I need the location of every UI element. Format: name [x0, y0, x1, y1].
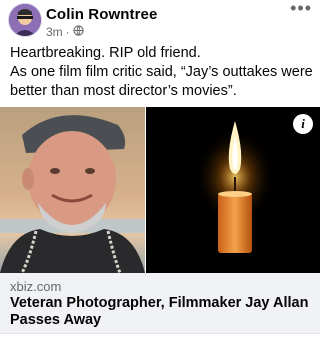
more-options-icon[interactable]: ••• — [290, 0, 312, 17]
post-text: Heartbreaking. RIP old friend. As one fi… — [10, 44, 314, 101]
post-text-line: better than most director’s movies”. — [10, 83, 237, 99]
candle-photo: i — [146, 107, 320, 273]
post-meta: 3m · — [46, 25, 84, 39]
author-name[interactable]: Colin Rowntree — [46, 6, 157, 23]
globe-icon[interactable] — [73, 25, 84, 39]
link-preview-image[interactable]: i — [0, 107, 320, 273]
author-avatar[interactable] — [8, 3, 42, 37]
post-header: Colin Rowntree 3m · ••• — [0, 0, 320, 40]
link-title[interactable]: Veteran Photographer, Filmmaker Jay Alla… — [10, 295, 310, 329]
meta-separator: · — [65, 25, 70, 39]
post-text-line: As one film film critic said, “Jay’s out… — [10, 64, 313, 80]
link-card[interactable]: xbiz.com Veteran Photographer, Filmmaker… — [0, 273, 320, 334]
post-time[interactable]: 3m — [46, 25, 63, 39]
link-domain: xbiz.com — [10, 279, 62, 294]
portrait-photo — [0, 107, 145, 273]
post-text-line: Heartbreaking. RIP old friend. — [10, 45, 201, 61]
info-icon[interactable]: i — [293, 114, 313, 134]
